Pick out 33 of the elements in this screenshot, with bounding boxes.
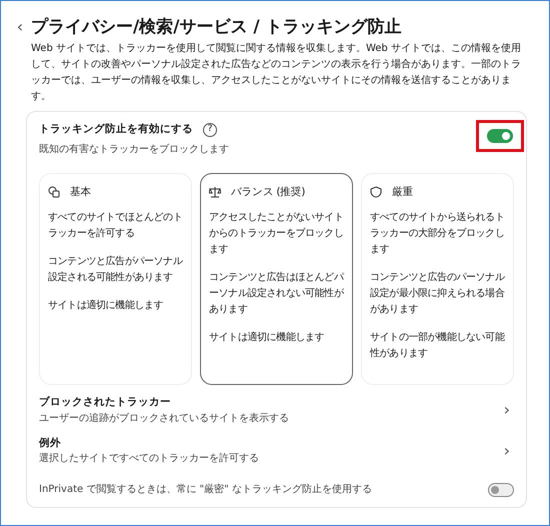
setting-label: トラッキング防止を有効にする [39,122,193,137]
option-title: 基本 [70,184,92,200]
level-option-card[interactable]: 厳重 すべてのサイトから送られるトラッカーの大部分をブロックします コンテンツと広告のパーソナル設定が最小限に抑えられる場合があります サイトの一部が機能しない可能性があります [361,172,514,385]
chevron-button[interactable]: › [500,438,514,463]
help-button[interactable]: ? [203,122,217,137]
shield-icon [370,186,382,198]
option-text: すべてのサイトでほとんどのトラッカーを許可する [48,210,183,241]
option-text: コンテンツと広告はほとんどパーソナル設定されない可能性があります [209,270,344,317]
option-title: 厳重 [392,184,414,200]
setting-label[interactable]: ブロックされたトラッカー [39,394,289,410]
option-text: コンテンツと広告のパーソナル設定が最小限に抑えられる場合があります [370,270,505,317]
option-text: サイトは適切に機能します [48,298,164,313]
option-text: アクセスしたことがないサイトからのトラッカーをブロックします [209,210,344,257]
back-button[interactable]: ‹ [13,15,27,39]
description-text: Web サイトでは、トラッカーを使用して閲覧に関する情報を収集します。Web サイトでは、この情報を使用して、サイトの改善やパーソナル設定された広告などのコンテンツの表示を行う場合があります。一部のトラッカーでは、ユーザーの情報を収集し、アクセスしたことがないサイトにその情報を送信することがあります。 [31,42,522,104]
setting-label[interactable]: 例外 [39,436,259,452]
page-title: プライバシー/検索/サービス / トラッキング防止 [31,16,402,38]
option-title: バランス (推奨) [231,184,305,200]
chevron-button[interactable]: › [500,398,514,422]
toggle-switch[interactable] [488,482,514,497]
scale-icon [209,186,221,198]
setting-description: 既知の有害なトラッカーをブロックします [39,142,229,157]
setting-label: InPrivate で閲覧するときは、常に "厳密" なトラッキング防止を使用する [39,482,372,498]
toggle-switch[interactable] [487,129,513,143]
level-option-card[interactable]: バランス (推奨) アクセスしたことがないサイトからのトラッカーをブロックします コンテンツと広告はほとんどパーソナル設定されない可能性があります サイトは適切に機能します [200,172,353,385]
option-text: サイトの一部が機能しない可能性があります [370,330,505,361]
shapes-icon [48,186,60,198]
level-option-card[interactable]: 基本 すべてのサイトでほとんどのトラッカーを許可する コンテンツと広告がパーソナル設定される可能性があります サイトは適切に機能します [39,172,192,385]
option-text: コンテンツと広告がパーソナル設定される可能性があります [48,254,183,285]
option-text: すべてのサイトから送られるトラッカーの大部分をブロックします [370,210,505,257]
option-text: サイトは適切に機能します [209,330,326,345]
setting-description: ユーザーの追跡がブロックされているサイトを表示する [39,412,289,426]
setting-description: 選択したサイトですべてのトラッカーを許可する [39,452,259,466]
